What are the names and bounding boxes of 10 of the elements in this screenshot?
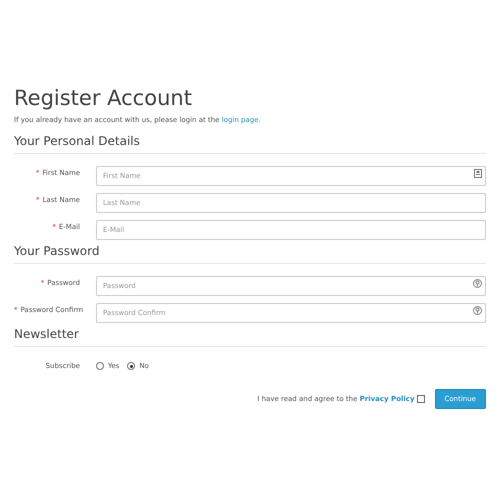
- section-heading: Your Personal Details: [14, 132, 486, 154]
- key-icon[interactable]: [473, 306, 482, 314]
- radio-button[interactable]: [127, 362, 136, 370]
- section-heading: Newsletter: [14, 325, 486, 347]
- contact-card-icon[interactable]: [474, 168, 482, 178]
- radio-button[interactable]: [96, 362, 104, 370]
- agree-checkbox[interactable]: [416, 395, 425, 403]
- page-title: Register Account: [14, 85, 193, 112]
- section-heading: Your Password: [14, 242, 486, 264]
- key-icon[interactable]: [473, 278, 482, 288]
